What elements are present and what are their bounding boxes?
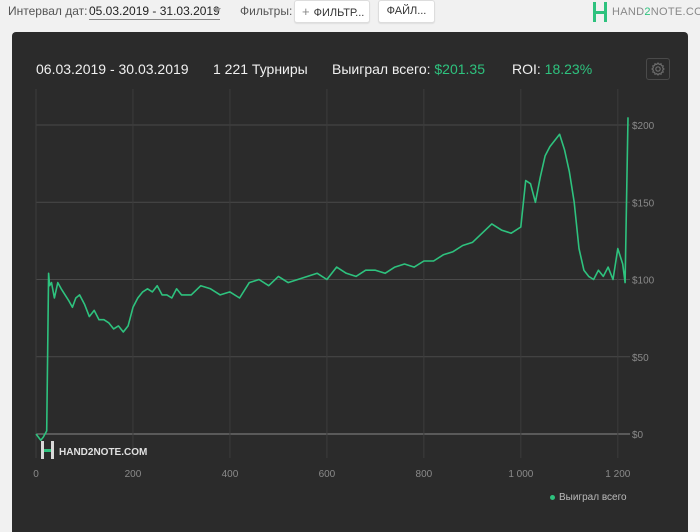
add-filter-label: ФИЛЬТР... — [313, 7, 365, 19]
chart-series — [35, 117, 629, 442]
x-tick-label: 200 — [125, 469, 142, 480]
y-tick-label: $50 — [632, 353, 649, 364]
series-line-total-won — [35, 117, 629, 442]
plus-icon: + — [302, 4, 310, 19]
x-tick-label: 400 — [222, 469, 239, 480]
chevron-down-icon[interactable] — [213, 8, 221, 13]
watermark-logo-icon — [41, 441, 54, 459]
y-tick-label: $0 — [632, 430, 644, 441]
filters-label: Фильтры: — [240, 4, 293, 18]
chart-panel: 06.03.2019 - 30.03.2019 1 221 Турниры Вы… — [12, 32, 688, 532]
file-button-label: ФАЙЛ... — [386, 5, 427, 17]
chart-watermark: HAND2NOTE.COM — [41, 441, 147, 459]
bankroll-chart: $0 $50 $100 $150 $200 0 200 400 600 800 1 000 1 20… — [33, 89, 655, 480]
filters-bar: Интервал дат: 05.03.2019 - 31.03.2019 Фи… — [0, 0, 700, 26]
logo-text: HAND2NOTE.COM — [612, 6, 700, 18]
x-tick-label: 0 — [33, 469, 39, 480]
x-axis-ticks: 0 200 400 600 800 1 000 1 200 — [33, 469, 631, 480]
x-tick-label: 600 — [319, 469, 336, 480]
x-tick-label: 1 200 — [605, 469, 630, 480]
y-tick-label: $100 — [632, 276, 655, 287]
interval-label: Интервал дат: — [8, 4, 88, 18]
y-axis-ticks: $0 $50 $100 $150 $200 — [632, 121, 655, 441]
y-tick-label: $200 — [632, 121, 655, 132]
hand2note-logo-mark-icon — [593, 2, 607, 22]
x-tick-label: 800 — [416, 469, 433, 480]
date-interval-select[interactable]: 05.03.2019 - 31.03.2019 — [89, 4, 220, 20]
legend-series-label: Выиграл всего — [559, 492, 627, 503]
x-tick-label: 1 000 — [508, 469, 533, 480]
y-tick-label: $150 — [632, 198, 655, 209]
file-button[interactable]: ФАЙЛ... — [378, 0, 435, 23]
legend-marker — [550, 494, 555, 500]
chart-legend: Выиграл всего — [550, 492, 627, 503]
chart-grid — [35, 89, 630, 458]
add-filter-button[interactable]: + ФИЛЬТР... — [294, 0, 370, 23]
watermark-text: HAND2NOTE.COM — [59, 447, 147, 458]
